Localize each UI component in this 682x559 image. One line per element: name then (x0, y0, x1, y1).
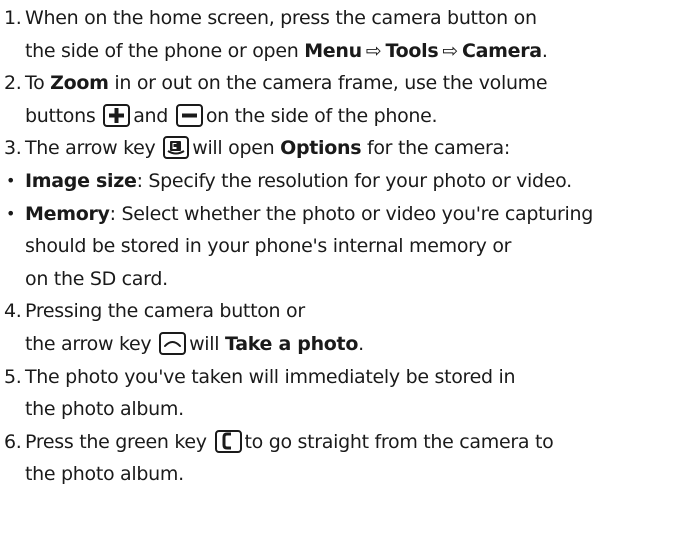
step-text: will open (192, 137, 281, 160)
step-text: The arrow key (25, 137, 156, 160)
up-arrow-key-icon (159, 331, 187, 355)
step-text: on the side of the phone. (205, 104, 438, 127)
bullet-marker: • (6, 203, 16, 223)
minus-key-icon (175, 103, 203, 127)
green-call-key-icon (214, 429, 242, 453)
bullet-memory-line-1: • Memory: Select whether the photo or vid… (0, 198, 682, 231)
step-text: the arrow key (25, 332, 152, 355)
zoom-label: Zoom (50, 72, 109, 95)
menu-label: Menu (304, 39, 362, 62)
step-1-line-2: the side of the phone or open Menu ⇨ Tools… (0, 35, 682, 68)
step-text: for the camera: (361, 137, 511, 160)
step-text: should be stored in your phone's interna… (25, 235, 512, 258)
step-text: the photo album. (25, 398, 184, 421)
step-text: the side of the phone or open (25, 39, 305, 62)
memory-label: Memory (25, 202, 110, 225)
step-1-line-1: 1. When on the home screen, press the cam… (0, 2, 682, 35)
step-text: To (25, 72, 51, 95)
step-text: Press the green key (25, 430, 207, 453)
step-number: 6. (4, 430, 22, 453)
step-number: 1. (4, 7, 22, 29)
plus-key-icon (103, 103, 131, 127)
step-2-line-1: 2. To Zoom in or out on the camera frame,… (0, 67, 682, 100)
arrow-icon: ⇨ (365, 39, 382, 62)
instructions-document: 1. When on the home screen, press the cam… (0, 0, 682, 491)
step-text: : Specify the resolution for your photo … (136, 169, 573, 192)
step-5-line-2: the photo album. (0, 393, 682, 426)
step-6-line-1: 6. Press the green key to go straight fro… (0, 426, 682, 459)
period: . (358, 332, 364, 355)
period: . (541, 39, 548, 62)
step-number: 5. (4, 365, 22, 388)
step-text: buttons (25, 104, 96, 127)
step-2-line-2: buttons and on the side of the phone. (0, 100, 682, 133)
step-text: in or out on the camera frame, use the v… (108, 72, 548, 95)
options-label: Options (280, 137, 362, 160)
step-text: When on the home screen, press the camer… (25, 7, 537, 29)
take-a-photo-label: Take a photo (224, 332, 359, 355)
step-number: 4. (4, 300, 22, 323)
step-text: the photo album. (25, 463, 184, 486)
step-number: 2. (4, 72, 22, 95)
step-text: to go straight from the camera to (244, 430, 554, 453)
step-number: 3. (4, 137, 22, 160)
step-4-line-2: the arrow key will Take a photo. (0, 328, 682, 361)
bullet-marker: • (6, 170, 16, 190)
step-3-line-1: 3. The arrow key will open Options for th… (0, 132, 682, 165)
step-text: will (189, 332, 225, 355)
step-text: on the SD card. (25, 267, 168, 290)
step-text: Pressing the camera button or (25, 300, 305, 323)
image-size-label: Image size (25, 169, 137, 192)
bullet-image-size: • Image size: Specify the resolution for … (0, 165, 682, 198)
step-text: and (133, 104, 169, 127)
bullet-memory-line-3: on the SD card. (0, 263, 682, 296)
step-6-line-2: the photo album. (0, 458, 682, 491)
camera-label: Camera (461, 39, 542, 62)
arrow-icon: ⇨ (442, 39, 458, 62)
step-5-line-1: 5. The photo you've taken will immediatel… (0, 361, 682, 394)
options-key-icon (163, 136, 190, 160)
step-text: : Select whether the photo or video you'… (109, 202, 594, 225)
tools-label: Tools (385, 39, 439, 62)
step-text: The photo you've taken will immediately … (25, 365, 516, 388)
step-4-line-1: 4. Pressing the camera button or (0, 295, 682, 328)
bullet-memory-line-2: should be stored in your phone's interna… (0, 230, 682, 263)
